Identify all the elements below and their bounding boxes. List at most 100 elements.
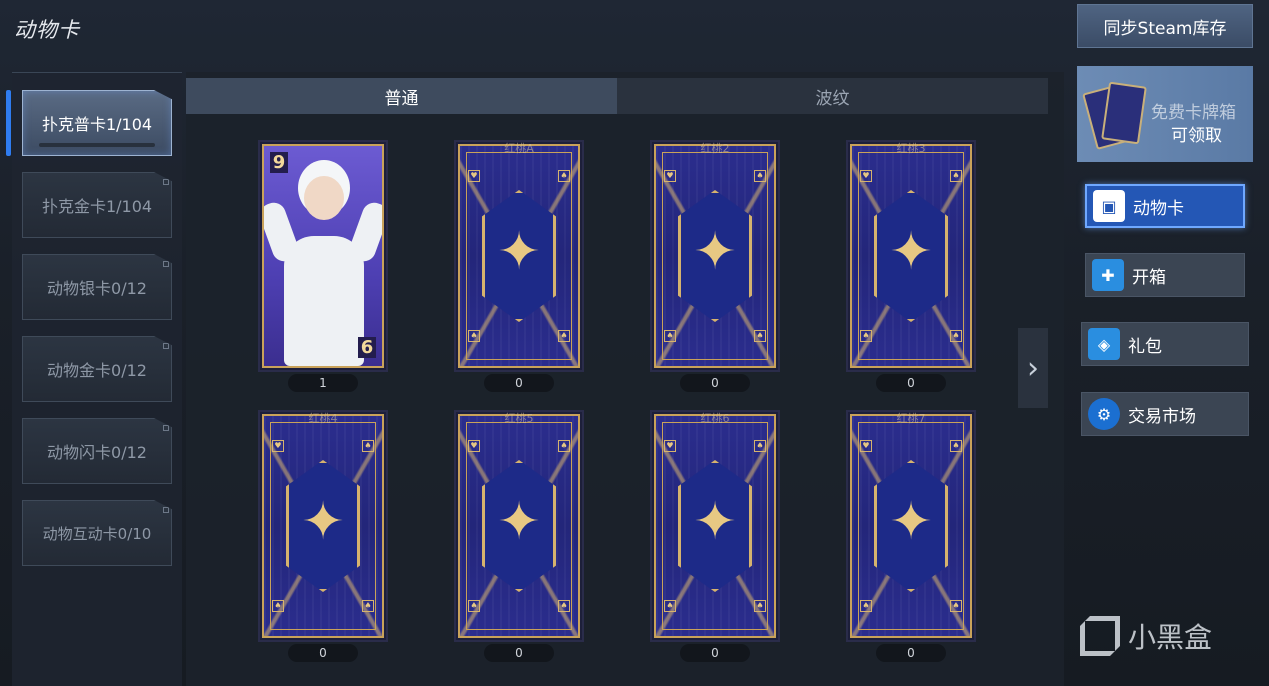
spade-icon: ♠ bbox=[362, 440, 374, 452]
spade-icon: ♠ bbox=[558, 440, 570, 452]
category-tab-poker-gold[interactable]: 扑克金卡1/104 bbox=[22, 172, 172, 238]
heart-icon: ♥ bbox=[468, 440, 480, 452]
star-icon: ✦ bbox=[497, 222, 541, 282]
menu-gift-pack[interactable]: ◈ 礼包 bbox=[1081, 322, 1249, 366]
menu-marketplace[interactable]: ⚙ 交易市场 bbox=[1081, 392, 1249, 436]
tab-ripple[interactable]: 波纹 bbox=[617, 78, 1048, 114]
menu-label: 动物卡 bbox=[1133, 198, 1184, 219]
heart-icon: ♥ bbox=[272, 440, 284, 452]
sync-steam-inventory-button[interactable]: 同步Steam库存 bbox=[1077, 4, 1253, 48]
menu-open-box[interactable]: ✚ 开箱 bbox=[1085, 253, 1245, 297]
card-back[interactable]: ✦ ♥ ♠ ♠ ♠ bbox=[850, 414, 972, 638]
spade-icon: ♠ bbox=[362, 600, 374, 612]
card-back[interactable]: ✦ ♥ ♠ ♠ ♠ bbox=[654, 414, 776, 638]
card-name: 红桃4 bbox=[308, 412, 338, 425]
card-portrait-body bbox=[284, 236, 364, 366]
card-back[interactable]: ✦ ♥ ♠ ♠ ♠ bbox=[654, 144, 776, 368]
spade-icon: ♠ bbox=[754, 170, 766, 182]
card-slot[interactable]: ✦ ♥ ♠ ♠ ♠ 红桃5 bbox=[454, 410, 584, 642]
card-slot[interactable]: 9 6 bbox=[258, 140, 388, 372]
next-page-button[interactable]: › bbox=[1018, 328, 1048, 408]
card-name: 红桃2 bbox=[700, 142, 730, 155]
spade-icon: ♠ bbox=[950, 440, 962, 452]
chevron-right-icon: › bbox=[1027, 350, 1039, 386]
spade-icon: ♠ bbox=[558, 330, 570, 342]
card-name: 红桃6 bbox=[700, 412, 730, 425]
card-count: 0 bbox=[484, 644, 554, 662]
spade-icon: ♠ bbox=[558, 170, 570, 182]
card-count: 1 bbox=[288, 374, 358, 392]
heart-icon: ♥ bbox=[860, 440, 872, 452]
card-slot[interactable]: ✦ ♥ ♠ ♠ ♠ 红桃2 bbox=[650, 140, 780, 372]
card-portrait-head bbox=[304, 176, 344, 220]
steam-icon: ⚙ bbox=[1088, 398, 1120, 430]
category-tab-poker-normal[interactable]: 扑克普卡1/104 bbox=[22, 90, 172, 156]
card-slot[interactable]: ✦ ♥ ♠ ♠ ♠ 红桃A bbox=[454, 140, 584, 372]
card-name: 红桃5 bbox=[504, 412, 534, 425]
card-count: 0 bbox=[484, 374, 554, 392]
category-tab-label: 动物互动卡0/10 bbox=[42, 524, 152, 543]
star-icon: ✦ bbox=[889, 492, 933, 552]
tab-normal[interactable]: 普通 bbox=[186, 78, 617, 114]
gift-icon: ✚ bbox=[1092, 259, 1124, 291]
heart-icon: ♥ bbox=[468, 170, 480, 182]
category-active-indicator bbox=[6, 90, 11, 156]
card-slot[interactable]: ✦ ♥ ♠ ♠ ♠ 红桃7 bbox=[846, 410, 976, 642]
spade-icon: ♠ bbox=[754, 600, 766, 612]
heart-icon: ♥ bbox=[664, 440, 676, 452]
card-count: 0 bbox=[876, 374, 946, 392]
card-count: 0 bbox=[876, 644, 946, 662]
category-tab-label: 动物银卡0/12 bbox=[47, 279, 147, 298]
card-name: 红桃7 bbox=[896, 412, 926, 425]
card-name: 红桃A bbox=[504, 142, 534, 155]
variant-tabs: 普通 波纹 bbox=[186, 78, 1048, 114]
card-rank-top: 9 bbox=[270, 152, 288, 173]
category-tab-animal-flash[interactable]: 动物闪卡0/12 bbox=[22, 418, 172, 484]
card-back[interactable]: ✦ ♥ ♠ ♠ ♠ bbox=[458, 414, 580, 638]
star-icon: ✦ bbox=[301, 492, 345, 552]
category-tab-label: 动物金卡0/12 bbox=[47, 361, 147, 380]
spade-icon: ♠ bbox=[860, 330, 872, 342]
category-tab-animal-gold[interactable]: 动物金卡0/12 bbox=[22, 336, 172, 402]
category-tab-animal-silver[interactable]: 动物银卡0/12 bbox=[22, 254, 172, 320]
sync-label: 同步Steam库存 bbox=[1103, 18, 1227, 39]
spade-icon: ♠ bbox=[754, 330, 766, 342]
card-back[interactable]: ✦ ♥ ♠ ♠ ♠ bbox=[458, 144, 580, 368]
card-back[interactable]: ✦ ♥ ♠ ♠ ♠ bbox=[850, 144, 972, 368]
spade-icon: ♠ bbox=[950, 600, 962, 612]
card-count: 0 bbox=[680, 644, 750, 662]
heart-icon: ♥ bbox=[860, 170, 872, 182]
star-icon: ✦ bbox=[693, 222, 737, 282]
category-tab-animal-interactive[interactable]: 动物互动卡0/10 bbox=[22, 500, 172, 566]
card-back[interactable]: ✦ ♥ ♠ ♠ ♠ bbox=[262, 414, 384, 638]
card-count: 0 bbox=[680, 374, 750, 392]
free-box-title: 免费卡牌箱 bbox=[1151, 103, 1236, 123]
heybox-logo-icon bbox=[1080, 616, 1120, 656]
spade-icon: ♠ bbox=[860, 600, 872, 612]
free-card-box-button[interactable]: 免费卡牌箱 可领取 bbox=[1077, 66, 1253, 162]
spade-icon: ♠ bbox=[468, 600, 480, 612]
corner-notch bbox=[163, 179, 169, 185]
tab-label: 波纹 bbox=[815, 88, 850, 109]
card-slot[interactable]: ✦ ♥ ♠ ♠ ♠ 红桃4 bbox=[258, 410, 388, 642]
page-title: 动物卡 bbox=[14, 18, 80, 42]
card-revealed[interactable]: 9 6 bbox=[262, 144, 384, 368]
menu-animal-cards[interactable]: ▣ 动物卡 bbox=[1085, 184, 1245, 228]
star-icon: ✦ bbox=[889, 222, 933, 282]
menu-label: 交易市场 bbox=[1128, 406, 1196, 427]
corner-notch bbox=[163, 425, 169, 431]
corner-notch bbox=[163, 261, 169, 267]
spade-icon: ♠ bbox=[754, 440, 766, 452]
card-slot[interactable]: ✦ ♥ ♠ ♠ ♠ 红桃6 bbox=[650, 410, 780, 642]
free-box-claim: 可领取 bbox=[1171, 126, 1222, 146]
spade-icon: ♠ bbox=[558, 600, 570, 612]
star-icon: ✦ bbox=[497, 492, 541, 552]
card-slot[interactable]: ✦ ♥ ♠ ♠ ♠ 红桃3 bbox=[846, 140, 976, 372]
spade-icon: ♠ bbox=[950, 170, 962, 182]
menu-label: 开箱 bbox=[1132, 267, 1166, 288]
spade-icon: ♠ bbox=[664, 330, 676, 342]
corner-notch bbox=[163, 343, 169, 349]
category-progress-bar bbox=[39, 143, 155, 147]
menu-label: 礼包 bbox=[1128, 336, 1162, 357]
package-icon: ◈ bbox=[1088, 328, 1120, 360]
